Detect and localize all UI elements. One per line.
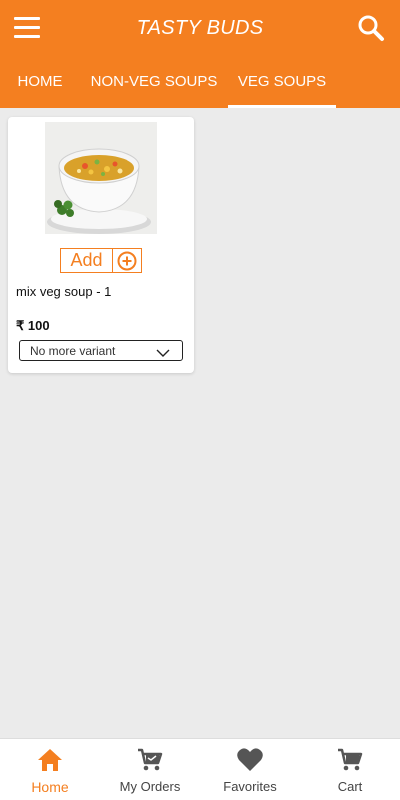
home-icon [36,747,64,773]
variant-selected-value: No more variant [30,344,116,358]
tab-veg-soups[interactable]: VEG SOUPS [228,58,336,108]
add-to-cart-button[interactable]: Add [60,248,142,273]
add-button-label: Add [61,249,113,272]
nav-home-label: Home [31,779,69,795]
tab-home[interactable]: HOME [0,58,80,108]
product-card[interactable]: Add mix veg soup - 1 ₹ 100 No more varia… [8,117,194,373]
plus-circle-icon [113,249,141,272]
chevron-down-icon [156,345,170,357]
variant-dropdown[interactable]: No more variant [19,340,183,361]
nav-my-orders-label: My Orders [119,779,181,794]
nav-favorites-label: Favorites [223,779,277,794]
product-price: ₹ 100 [16,318,50,333]
heart-icon [236,747,264,773]
bottom-navigation: Home My Orders Favorites Cart [0,738,400,800]
nav-favorites[interactable]: Favorites [200,739,300,800]
tab-non-veg-soups[interactable]: NON-VEG SOUPS [80,58,228,108]
nav-home[interactable]: Home [0,739,100,800]
product-image [45,122,157,234]
app-title: TASTY BUDS [136,17,264,39]
nav-cart[interactable]: Cart [300,739,400,800]
nav-my-orders[interactable]: My Orders [100,739,200,800]
cart-icon [336,747,364,773]
cart-icon [136,747,164,773]
nav-cart-label: Cart [337,779,363,794]
product-name: mix veg soup - 1 [16,284,112,299]
search-icon[interactable] [356,13,386,43]
app-bar: TASTY BUDS HOME NON-VEG SOUPS VEG SOUPS [0,0,400,108]
top-bar: TASTY BUDS [0,0,400,58]
category-tabs: HOME NON-VEG SOUPS VEG SOUPS [0,58,400,108]
app-root: TASTY BUDS HOME NON-VEG SOUPS VEG SOUPS [0,0,400,800]
